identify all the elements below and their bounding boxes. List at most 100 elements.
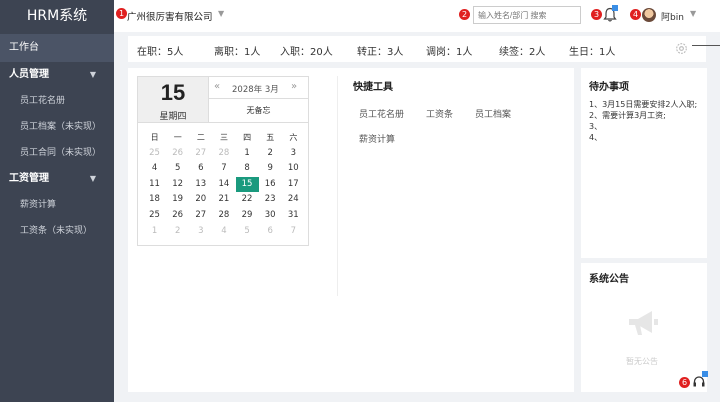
notice-empty-text: 暂无公告 [626, 357, 658, 366]
calendar: 15 星期四 « 2028年 3月 » 无备忘 日一二三四五六 25 26 27 28… [137, 76, 309, 246]
calendar-day[interactable]: 18 [143, 192, 166, 208]
calendar-day[interactable]: 27 [189, 146, 212, 162]
calendar-day[interactable]: 3 [282, 146, 305, 162]
sidebar-group-payroll[interactable]: 工资管理 ▼ [0, 166, 114, 192]
todo-item: 4、 [589, 133, 603, 142]
calendar-day[interactable]: 2 [166, 224, 189, 240]
calendar-day[interactable]: 25 [143, 146, 166, 162]
divider [692, 45, 720, 46]
stats-bar: 在职：5人 离职：1人 入职：20人 转正：3人 调岗：1人 续签：2人 生日：… [128, 36, 706, 62]
calendar-grid: 日一二三四五六 25 26 27 28 1 2 3 4 5 6 7 8 9 10 11 12 13 14 15 16 1… [143, 130, 305, 239]
calendar-day[interactable]: 6 [189, 161, 212, 177]
calendar-day[interactable]: 17 [282, 177, 305, 193]
sidebar-item-employee-files[interactable]: 员工档案（未实现） [0, 114, 114, 140]
sidebar: HRM系统 工作台 人员管理 ▼ 员工花名册 员工档案（未实现） 员工合同（未实… [0, 0, 114, 402]
calendar-day[interactable]: 8 [236, 161, 259, 177]
stat-renewed: 续签：2人 [499, 47, 546, 58]
calendar-week-row: 1234567 [143, 224, 305, 240]
calendar-selected-day: 15 [160, 80, 186, 105]
divider [337, 76, 338, 296]
calendar-day[interactable]: 16 [259, 177, 282, 193]
calendar-day[interactable]: 14 [212, 177, 235, 193]
sidebar-item-salary-calc[interactable]: 薪资计算 [0, 192, 114, 218]
calendar-month-nav: « 2028年 3月 » [209, 77, 308, 99]
top-header: 1 广州很厉害有限公司 ▼ 2 3 4 阿bin ▼ [114, 0, 720, 32]
calendar-day[interactable]: 27 [189, 208, 212, 224]
stat-resigned: 离职：1人 [214, 47, 261, 58]
calendar-week-row: 11 12 13 14 15 16 17 [143, 176, 305, 193]
headset-icon[interactable] [692, 375, 706, 389]
calendar-day[interactable]: 19 [166, 192, 189, 208]
sidebar-item-roster[interactable]: 员工花名册 [0, 88, 114, 114]
chevron-double-right-icon[interactable]: » [291, 81, 297, 92]
chevron-double-left-icon[interactable]: « [214, 81, 220, 92]
annotation-badge: 4 [630, 9, 641, 20]
sidebar-item-contracts[interactable]: 员工合同（未实现） [0, 140, 114, 166]
calendar-weekday: 日 [150, 133, 159, 142]
sidebar-item-dashboard[interactable]: 工作台 [0, 34, 114, 62]
calendar-day[interactable]: 13 [189, 177, 212, 193]
caret-down-icon[interactable]: ▼ [218, 9, 224, 18]
calendar-day[interactable]: 3 [189, 224, 212, 240]
calendar-day[interactable]: 9 [259, 161, 282, 177]
caret-down-icon[interactable]: ▼ [690, 9, 696, 18]
calendar-day[interactable]: 25 [143, 208, 166, 224]
calendar-weekday: 三 [219, 133, 228, 142]
calendar-weekday: 五 [266, 133, 275, 142]
calendar-day[interactable]: 11 [143, 177, 166, 193]
sidebar-item-payslip[interactable]: 工资条（未实现） [0, 218, 114, 244]
stat-regularized: 转正：3人 [357, 47, 404, 58]
calendar-day[interactable]: 6 [259, 224, 282, 240]
tool-payslip[interactable]: 工资条 [426, 107, 453, 120]
calendar-day[interactable]: 21 [212, 192, 235, 208]
sidebar-group-label: 人员管理 [9, 69, 49, 80]
calendar-day[interactable]: 23 [259, 192, 282, 208]
calendar-day[interactable]: 10 [282, 161, 305, 177]
calendar-day[interactable]: 26 [166, 208, 189, 224]
calendar-day[interactable]: 1 [143, 224, 166, 240]
calendar-day[interactable]: 4 [212, 224, 235, 240]
calendar-week-row: 25 26 27 28 29 30 31 [143, 208, 305, 224]
calendar-week-row: 25 26 27 28 1 2 3 [143, 146, 305, 162]
calendar-day[interactable]: 29 [236, 208, 259, 224]
gear-icon[interactable] [675, 42, 688, 55]
calendar-day[interactable]: 5 [166, 161, 189, 177]
todo-panel [581, 68, 707, 258]
notice-title: 系统公告 [589, 274, 629, 285]
calendar-week-row: 4 5 6 7 8 9 10 [143, 161, 305, 177]
calendar-day[interactable]: 1 [236, 146, 259, 162]
app-logo[interactable]: HRM系统 [0, 0, 114, 34]
stat-employed: 在职：5人 [137, 47, 184, 58]
calendar-day[interactable]: 28 [212, 146, 235, 162]
todo-item: 3、 [589, 122, 603, 131]
user-name[interactable]: 阿bin [661, 10, 684, 23]
calendar-day[interactable]: 5 [236, 224, 259, 240]
notification-dot [612, 5, 618, 11]
search-input[interactable] [473, 6, 581, 24]
calendar-day[interactable]: 24 [282, 192, 305, 208]
todo-title: 待办事项 [589, 82, 629, 93]
calendar-day[interactable]: 12 [166, 177, 189, 193]
calendar-day[interactable]: 28 [212, 208, 235, 224]
tool-employee-files[interactable]: 员工档案 [475, 107, 511, 120]
tool-salary-calc[interactable]: 薪资计算 [359, 132, 395, 145]
calendar-day[interactable]: 22 [236, 192, 259, 208]
calendar-week-row: 18 19 20 21 22 23 24 [143, 192, 305, 208]
tools-title: 快捷工具 [353, 82, 393, 93]
calendar-day[interactable]: 2 [259, 146, 282, 162]
calendar-day[interactable]: 31 [282, 208, 305, 224]
todo-item: 2、需要计算3月工资; [589, 111, 666, 120]
calendar-day[interactable]: 7 [212, 161, 235, 177]
avatar[interactable] [642, 8, 656, 22]
calendar-day[interactable]: 7 [282, 224, 305, 240]
company-selector[interactable]: 广州很厉害有限公司 [127, 9, 213, 23]
calendar-weekday: 六 [289, 133, 298, 142]
calendar-day-selected[interactable]: 15 [235, 176, 259, 193]
calendar-day[interactable]: 20 [189, 192, 212, 208]
sidebar-group-personnel[interactable]: 人员管理 ▼ [0, 62, 114, 88]
tool-roster[interactable]: 员工花名册 [359, 107, 404, 120]
calendar-day[interactable]: 30 [259, 208, 282, 224]
todo-item: 1、3月15日需要安排2人入职; [589, 100, 698, 109]
calendar-day[interactable]: 26 [166, 146, 189, 162]
calendar-day[interactable]: 4 [143, 161, 166, 177]
